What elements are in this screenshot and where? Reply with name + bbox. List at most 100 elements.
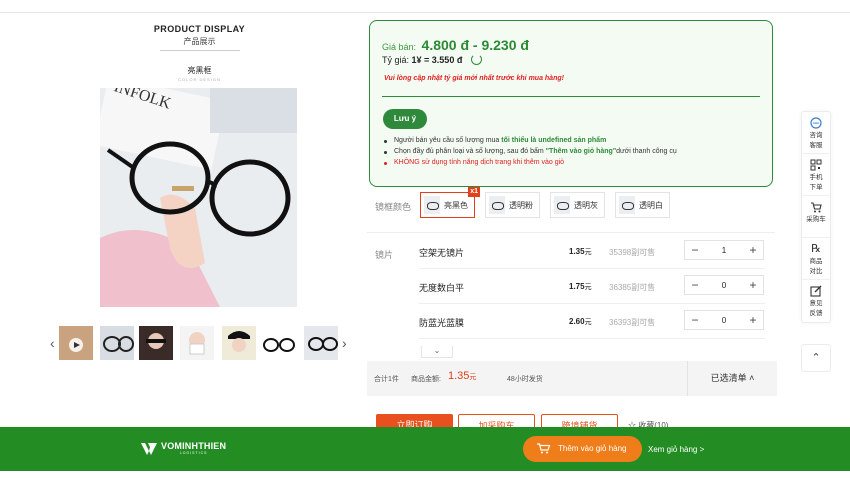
logo-icon xyxy=(141,443,157,455)
minus-icon[interactable]: − xyxy=(685,278,705,292)
lens-row: 防蓝光蓝膜 2.60元 36393副可售 − 0 + xyxy=(419,305,765,339)
price-row: Giá bán: 4.800 đ - 9.230 đ xyxy=(382,37,529,53)
lens-stock: 36393副可售 xyxy=(609,318,656,327)
swatch-image xyxy=(619,196,635,214)
thumbnail-2[interactable] xyxy=(100,326,134,360)
divider xyxy=(367,232,775,233)
selected-list-toggle[interactable]: 已选清单 ˄ xyxy=(687,361,777,396)
lens-stock: 36385副可售 xyxy=(609,283,656,292)
product-page: PRODUCT DISPLAY 产品展示 亮黑框 COLOR DESIGN IN… xyxy=(0,0,850,485)
minus-icon[interactable]: − xyxy=(685,313,705,327)
cart-icon xyxy=(802,201,830,214)
chevron-left-icon[interactable]: ‹ xyxy=(50,335,55,351)
thumbnail-video-image xyxy=(59,326,93,360)
thumbnail-4[interactable] xyxy=(180,326,214,360)
cart-icon xyxy=(537,443,551,454)
add-to-cart-toolbar-button[interactable]: Thêm vào giỏ hàng xyxy=(523,436,642,462)
glasses-photo: INFOLK xyxy=(100,88,297,307)
logo-text: VOMINHTHIEN xyxy=(161,441,227,451)
price-label: Giá bán: xyxy=(382,42,417,52)
quantity-badge: x1 xyxy=(468,187,480,197)
color-option[interactable]: 亮黑色 x1 xyxy=(420,187,480,218)
quantity-value[interactable]: 0 xyxy=(705,316,743,325)
note-item: KHÔNG sử dụng tính năng dịch trang khi t… xyxy=(384,159,677,166)
quantity-stepper[interactable]: − 1 + xyxy=(684,240,764,260)
note-item: Người bán yêu cầu số lượng mua tối thiểu… xyxy=(384,137,677,144)
chevron-down-icon[interactable]: ⌄ xyxy=(421,346,453,358)
right-sidebar: 咨询 客服 手机 下单 采购车 ℞ 商品 对比 意见 反馈 xyxy=(801,111,831,323)
lens-name: 无度数白平 xyxy=(419,283,465,293)
shipping-time: 48小时发货 xyxy=(507,376,543,383)
divider xyxy=(159,50,240,51)
chat-icon xyxy=(802,117,830,130)
quantity-stepper[interactable]: − 0 + xyxy=(684,275,764,295)
divider xyxy=(382,96,760,97)
lens-price: 1.75元 xyxy=(569,282,592,291)
plus-icon[interactable]: + xyxy=(743,278,763,292)
chevron-up-icon: ⌃ xyxy=(811,352,821,364)
total-count: 合计1件 xyxy=(374,376,399,383)
sidebar-item-customer-service[interactable]: 咨询 客服 xyxy=(802,112,830,154)
swatch-image xyxy=(424,196,440,214)
swatch-image xyxy=(489,196,505,214)
rate-warning: Vui lòng cập nhật tỷ giá mới nhất trước … xyxy=(384,75,564,82)
lens-price: 1.35元 xyxy=(569,247,592,256)
product-variant-subtitle: COLOR DESIGN xyxy=(178,77,221,82)
note-button[interactable]: Lưu ý xyxy=(383,109,427,129)
main-product-image[interactable]: INFOLK xyxy=(100,88,297,307)
price-value: 4.800 đ - 9.230 đ xyxy=(421,37,529,53)
quantity-value[interactable]: 0 xyxy=(705,281,743,290)
top-divider xyxy=(0,12,850,13)
lens-name: 防蓝光蓝膜 xyxy=(419,318,465,328)
product-display-title: PRODUCT DISPLAY xyxy=(153,24,246,34)
back-to-top-button[interactable]: ⌃ xyxy=(801,344,831,372)
lens-price: 2.60元 xyxy=(569,317,592,326)
amount-label: 商品金额: xyxy=(411,376,441,383)
refresh-icon[interactable] xyxy=(470,54,482,66)
view-cart-link[interactable]: Xem giỏ hàng > xyxy=(648,445,704,454)
product-variant-name: 亮黑框 xyxy=(187,66,212,75)
qr-icon xyxy=(802,159,830,172)
notes-list: Người bán yêu cầu số lượng mua tối thiểu… xyxy=(384,137,677,170)
sidebar-item-compare[interactable]: ℞ 商品 对比 xyxy=(802,238,830,280)
note-item: Chọn đầy đủ phân loại và số lượng, sau đ… xyxy=(384,148,677,155)
amount-value: 1.35元 xyxy=(448,370,477,382)
price-info-popup: Giá bán: 4.800 đ - 9.230 đ Tỷ giá: 1¥ = … xyxy=(369,20,773,187)
compare-icon: ℞ xyxy=(811,243,821,255)
thumbnail-3[interactable] xyxy=(139,326,173,360)
chevron-up-icon: ˄ xyxy=(749,373,755,383)
color-option[interactable]: 透明粉 xyxy=(485,192,540,218)
lens-row: 无度数白平 1.75元 36385副可售 − 0 + xyxy=(419,270,765,304)
product-display-header: PRODUCT DISPLAY 产品展示 亮黑框 COLOR DESIGN xyxy=(92,20,307,82)
edit-icon xyxy=(802,285,830,298)
thumbnail-strip: ‹ › xyxy=(46,323,352,363)
sidebar-item-feedback[interactable]: 意见 反馈 xyxy=(802,280,830,322)
thumbnail-6[interactable] xyxy=(262,326,296,360)
exchange-rate-row: Tỷ giá: 1¥ = 3.550 đ xyxy=(382,54,482,66)
plus-icon[interactable]: + xyxy=(743,313,763,327)
product-display-subtitle: 产品展示 xyxy=(183,37,216,46)
thumbnail-5[interactable] xyxy=(222,326,256,360)
logo-subtext: LOGISTICS xyxy=(179,451,208,455)
logo: VOMINHTHIEN LOGISTICS xyxy=(141,442,226,456)
lens-label: 镜片 xyxy=(375,250,394,260)
chevron-right-icon[interactable]: › xyxy=(342,335,347,351)
lens-stock: 35398副可售 xyxy=(609,248,656,257)
color-option[interactable]: 透明白 xyxy=(615,192,670,218)
thumbnail-7[interactable] xyxy=(304,326,338,360)
quantity-value[interactable]: 1 xyxy=(705,246,743,255)
quantity-stepper[interactable]: − 0 + xyxy=(684,310,764,330)
plus-icon[interactable]: + xyxy=(743,243,763,257)
sidebar-item-cart[interactable]: 采购车 xyxy=(802,196,830,238)
lens-name: 空架无镜片 xyxy=(419,248,465,258)
sidebar-item-mobile-order[interactable]: 手机 下单 xyxy=(802,154,830,196)
bottom-toolbar: VOMINHTHIEN LOGISTICS Thêm vào giỏ hàng … xyxy=(0,427,850,471)
order-summary: 合计1件 商品金额: 1.35元 48小时发货 已选清单 ˄ xyxy=(367,361,777,396)
rate-value: 1¥ = 3.550 đ xyxy=(411,55,463,65)
color-option[interactable]: 透明灰 xyxy=(550,192,605,218)
swatch-image xyxy=(554,196,570,214)
frame-color-label: 镜框颜色 xyxy=(375,202,412,212)
minus-icon[interactable]: − xyxy=(685,243,705,257)
thumbnail-1[interactable] xyxy=(59,326,93,360)
lens-row: 空架无镜片 1.35元 35398副可售 − 1 + xyxy=(419,235,765,269)
